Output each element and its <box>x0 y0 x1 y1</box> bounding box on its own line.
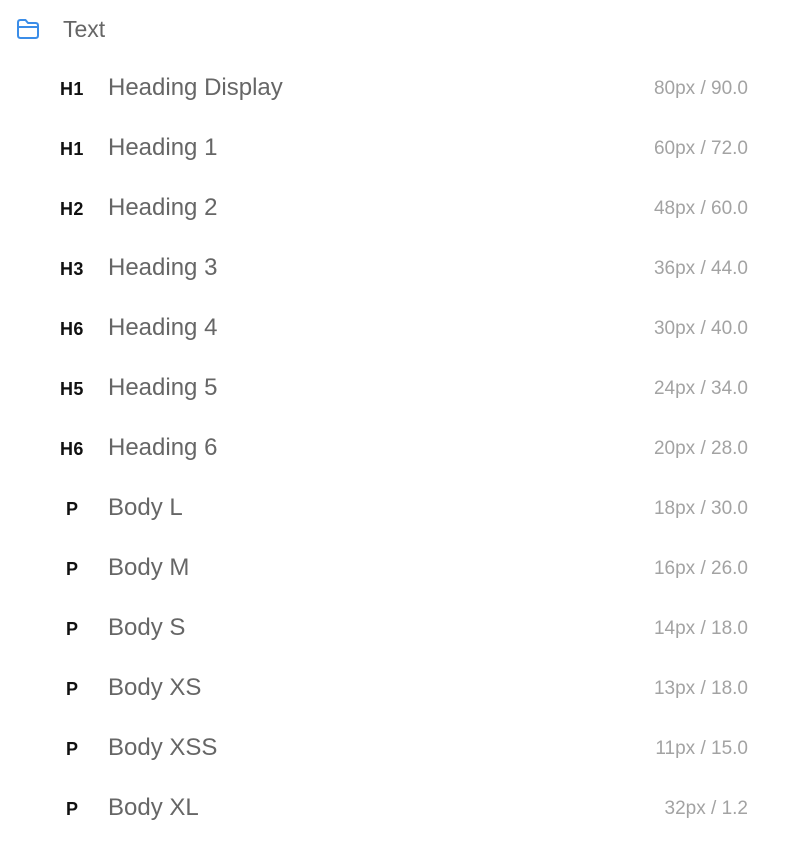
text-style-row[interactable]: P Body S 14px / 18.0 <box>0 599 794 659</box>
style-size-spec: 30px / 40.0 <box>653 318 748 339</box>
style-name: Heading Display <box>108 74 283 101</box>
style-size-spec: 60px / 72.0 <box>653 138 748 159</box>
folder-icon <box>16 18 40 40</box>
text-style-row[interactable]: P Body XL 32px / 1.2 <box>0 779 794 839</box>
style-tag-badge: P <box>66 559 79 579</box>
text-style-row[interactable]: P Body M 16px / 26.0 <box>0 539 794 599</box>
style-size-spec: 14px / 18.0 <box>653 618 748 639</box>
text-style-row[interactable]: H1 Heading 1 60px / 72.0 <box>0 119 794 179</box>
folder-title: Text <box>63 16 106 42</box>
style-name: Body M <box>108 554 190 581</box>
text-style-row[interactable]: H2 Heading 2 48px / 60.0 <box>0 179 794 239</box>
text-style-row[interactable]: P Body L 18px / 30.0 <box>0 479 794 539</box>
text-style-row[interactable]: H3 Heading 3 36px / 44.0 <box>0 239 794 299</box>
style-size-spec: 11px / 15.0 <box>655 738 748 759</box>
style-tag-badge: H2 <box>60 199 84 219</box>
style-tag-badge: H6 <box>60 319 84 339</box>
folder-row-text[interactable]: Text <box>0 0 794 58</box>
style-name: Body XL <box>108 794 199 821</box>
style-name: Heading 3 <box>108 254 218 281</box>
style-size-spec: 20px / 28.0 <box>653 438 748 459</box>
text-style-row[interactable]: H5 Heading 5 24px / 34.0 <box>0 359 794 419</box>
style-name: Heading 1 <box>108 134 218 161</box>
text-style-row[interactable]: H1 Heading Display 80px / 90.0 <box>0 59 794 119</box>
style-tag-badge: P <box>66 619 79 639</box>
style-size-spec: 16px / 26.0 <box>653 558 748 579</box>
style-size-spec: 13px / 18.0 <box>653 678 748 699</box>
style-name: Heading 4 <box>108 314 218 341</box>
style-tag-badge: H6 <box>60 439 84 459</box>
style-tag-badge: H5 <box>60 379 84 399</box>
style-tag-badge: H1 <box>60 79 84 99</box>
style-size-spec: 48px / 60.0 <box>653 198 748 219</box>
style-name: Body S <box>108 614 186 641</box>
style-size-spec: 24px / 34.0 <box>653 378 748 399</box>
style-size-spec: 36px / 44.0 <box>653 258 748 279</box>
text-style-list: H1 Heading Display 80px / 90.0 H1 Heading 1 6… <box>0 59 794 839</box>
text-styles-panel: Text H1 Heading Display 80px / 90.0 H1 Headi… <box>0 0 794 856</box>
style-size-spec: 18px / 30.0 <box>653 498 748 519</box>
style-name: Body XS <box>108 674 202 701</box>
style-name: Heading 2 <box>108 194 218 221</box>
style-name: Body L <box>108 494 183 521</box>
style-tag-badge: P <box>66 679 79 699</box>
style-name: Body XSS <box>108 734 218 761</box>
style-tag-badge: H1 <box>60 139 84 159</box>
text-style-row[interactable]: H6 Heading 4 30px / 40.0 <box>0 299 794 359</box>
style-tag-badge: H3 <box>60 259 84 279</box>
style-name: Heading 5 <box>108 374 218 401</box>
text-style-row[interactable]: P Body XS 13px / 18.0 <box>0 659 794 719</box>
style-tag-badge: P <box>66 499 79 519</box>
style-name: Heading 6 <box>108 434 218 461</box>
style-size-spec: 80px / 90.0 <box>653 78 748 99</box>
text-style-row[interactable]: H6 Heading 6 20px / 28.0 <box>0 419 794 479</box>
text-style-row[interactable]: P Body XSS 11px / 15.0 <box>0 719 794 779</box>
style-tag-badge: P <box>66 799 79 819</box>
style-tag-badge: P <box>66 739 79 759</box>
style-size-spec: 32px / 1.2 <box>664 798 748 819</box>
